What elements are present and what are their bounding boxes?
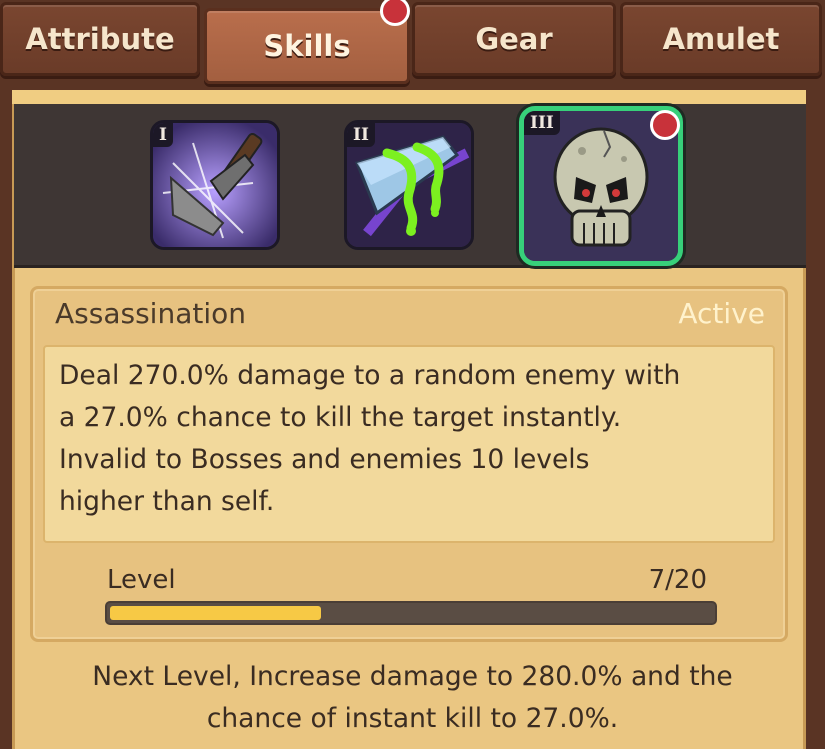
level-label: Level (107, 565, 176, 595)
slot-numeral: III (524, 111, 560, 135)
slot-numeral: II (347, 123, 375, 147)
panel-top-strip (12, 90, 806, 104)
description-line: a 27.0% chance to kill the target instan… (59, 402, 622, 433)
tab-label: Attribute (25, 22, 175, 56)
tab-bar: Attribute Skills Gear Amulet (0, 0, 825, 84)
tab-attribute[interactable]: Attribute (0, 2, 200, 76)
description-line: higher than self. (59, 486, 275, 517)
tab-label: Amulet (662, 22, 780, 56)
tab-amulet[interactable]: Amulet (620, 2, 822, 76)
slot-numeral: I (153, 123, 173, 147)
skill-name: Assassination (55, 297, 246, 330)
skill-type: Active (678, 297, 765, 330)
skill-slot-2[interactable]: II (344, 120, 474, 250)
next-level-line: chance of instant kill to 27.0%. (206, 703, 619, 734)
skill-slot-row: I II III (14, 104, 806, 268)
skills-screen: Attribute Skills Gear Amulet I II III As… (0, 0, 825, 749)
skill-detail: Assassination Active Deal 270.0% damage … (30, 286, 788, 642)
tab-skills[interactable]: Skills (204, 8, 410, 84)
next-level-info: Next Level, Increase damage to 280.0% an… (20, 656, 805, 740)
notification-badge (650, 110, 680, 140)
level-value: 7/20 (648, 565, 707, 595)
description-line: Deal 270.0% damage to a random enemy wit… (59, 360, 681, 391)
tab-label: Gear (475, 22, 553, 56)
tab-label: Skills (263, 29, 351, 63)
skill-description: Deal 270.0% damage to a random enemy wit… (43, 345, 775, 543)
description-line: Invalid to Bosses and enemies 10 levels (59, 444, 590, 475)
level-progress-fill (110, 606, 321, 620)
tab-gear[interactable]: Gear (412, 2, 616, 76)
skill-slot-1[interactable]: I (150, 120, 280, 250)
next-level-line: Next Level, Increase damage to 280.0% an… (92, 661, 733, 692)
level-progress-bar (105, 601, 717, 625)
